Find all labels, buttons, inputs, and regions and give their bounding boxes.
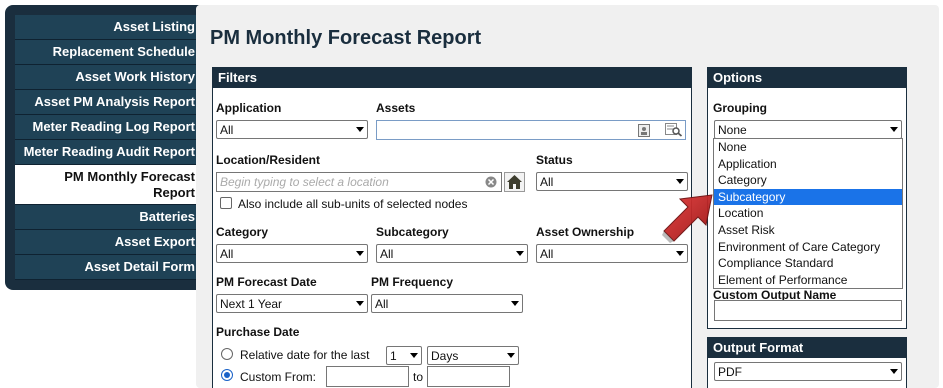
grouping-option-environment-of-care[interactable]: Environment of Care Category (714, 239, 902, 256)
grouping-option-compliance-standard[interactable]: Compliance Standard (714, 255, 902, 272)
search-list-icon[interactable] (665, 123, 683, 137)
contact-card-icon[interactable] (638, 124, 650, 137)
chevron-down-icon (410, 353, 418, 358)
location-label: Location/Resident (216, 153, 321, 167)
grouping-option-none[interactable]: None (714, 139, 902, 156)
ownership-label: Asset Ownership (536, 225, 635, 239)
chevron-down-icon (356, 301, 364, 306)
category-select[interactable]: All (216, 244, 368, 263)
application-select[interactable]: All (216, 120, 368, 139)
sidebar: Asset Listing Replacement Schedule Asset… (5, 5, 205, 290)
location-placeholder: Begin typing to select a location (220, 175, 389, 189)
sidebar-item-meter-reading-audit[interactable]: Meter Reading Audit Report (15, 140, 201, 165)
subcategory-label: Subcategory (376, 225, 449, 239)
grouping-label: Grouping (713, 101, 767, 115)
clear-circle-icon[interactable] (485, 176, 497, 188)
frequency-value: All (375, 297, 389, 311)
output-format-header: Output Format (708, 338, 906, 358)
sidebar-item-replacement-schedule[interactable]: Replacement Schedule (15, 40, 201, 65)
filters-panel: Filters Application All Assets Location/… (212, 67, 692, 388)
sidebar-item-meter-reading-log[interactable]: Meter Reading Log Report (15, 115, 201, 140)
relative-unit-value: Days (431, 349, 459, 363)
grouping-option-element-of-performance[interactable]: Element of Performance (714, 272, 902, 289)
chevron-down-icon (507, 353, 515, 358)
forecast-date-value: Next 1 Year (220, 297, 283, 311)
filters-header: Filters (213, 68, 691, 88)
grouping-option-category[interactable]: Category (714, 172, 902, 189)
grouping-option-asset-risk[interactable]: Asset Risk (714, 222, 902, 239)
relative-date-label: Relative date for the last (240, 348, 370, 362)
subcategory-select[interactable]: All (376, 244, 528, 263)
include-subunits-checkbox[interactable] (220, 197, 232, 209)
to-label: to (413, 370, 424, 384)
sidebar-list: Asset Listing Replacement Schedule Asset… (15, 15, 201, 280)
custom-to-input[interactable] (427, 366, 510, 387)
status-label: Status (536, 153, 573, 167)
grouping-dropdown-list: None Application Category Subcategory Lo… (713, 138, 903, 289)
custom-output-name-input[interactable] (714, 300, 902, 321)
chevron-down-icon (676, 251, 684, 256)
ownership-select[interactable]: All (536, 244, 688, 263)
sidebar-item-batteries[interactable]: Batteries (15, 205, 201, 230)
chevron-down-icon (890, 127, 898, 132)
sidebar-item-asset-export[interactable]: Asset Export (15, 230, 201, 255)
chevron-down-icon (516, 251, 524, 256)
include-subunits-label: Also include all sub-units of selected n… (238, 197, 468, 211)
grouping-option-application[interactable]: Application (714, 156, 902, 173)
chevron-down-icon (890, 369, 898, 374)
output-format-panel: Output Format PDF (707, 337, 907, 388)
grouping-value: None (718, 123, 747, 137)
relative-number-select[interactable]: 1 (386, 346, 422, 365)
frequency-label: PM Frequency (371, 275, 454, 289)
frequency-select[interactable]: All (371, 294, 523, 313)
category-value: All (220, 247, 234, 261)
grouping-select[interactable]: None (714, 120, 902, 139)
output-format-select[interactable]: PDF (714, 362, 902, 381)
grouping-option-location[interactable]: Location (714, 205, 902, 222)
chevron-down-icon (676, 179, 684, 184)
chevron-down-icon (356, 127, 364, 132)
subcategory-value: All (380, 247, 394, 261)
custom-date-label: Custom From: (240, 370, 317, 384)
status-select[interactable]: All (536, 172, 688, 191)
custom-from-input[interactable] (326, 366, 409, 387)
application-label: Application (216, 101, 282, 115)
category-label: Category (216, 225, 269, 239)
options-header: Options (708, 68, 906, 88)
custom-date-radio[interactable] (221, 369, 233, 381)
relative-date-radio[interactable] (221, 348, 233, 360)
grouping-option-subcategory[interactable]: Subcategory (714, 188, 902, 206)
purchase-date-label: Purchase Date (216, 325, 300, 339)
relative-number-value: 1 (390, 349, 397, 363)
sidebar-item-asset-work-history[interactable]: Asset Work History (15, 65, 201, 90)
assets-label: Assets (376, 101, 416, 115)
forecast-date-select[interactable]: Next 1 Year (216, 294, 368, 313)
output-format-value: PDF (718, 365, 742, 379)
forecast-date-label: PM Forecast Date (216, 275, 317, 289)
status-value: All (540, 175, 554, 189)
sidebar-item-asset-detail-form[interactable]: Asset Detail Form (15, 255, 201, 280)
home-icon[interactable] (504, 172, 525, 192)
sidebar-item-asset-listing[interactable]: Asset Listing (15, 15, 201, 40)
sidebar-item-pm-monthly-forecast[interactable]: PM Monthly Forecast Report (15, 165, 201, 205)
relative-unit-select[interactable]: Days (427, 346, 519, 365)
chevron-down-icon (511, 301, 519, 306)
location-input[interactable]: Begin typing to select a location (216, 172, 502, 192)
page-title: PM Monthly Forecast Report (210, 27, 482, 49)
red-arrow-icon (662, 194, 713, 243)
application-value: All (220, 123, 234, 137)
chevron-down-icon (356, 251, 364, 256)
ownership-value: All (540, 247, 554, 261)
sidebar-item-asset-pm-analysis[interactable]: Asset PM Analysis Report (15, 90, 201, 115)
